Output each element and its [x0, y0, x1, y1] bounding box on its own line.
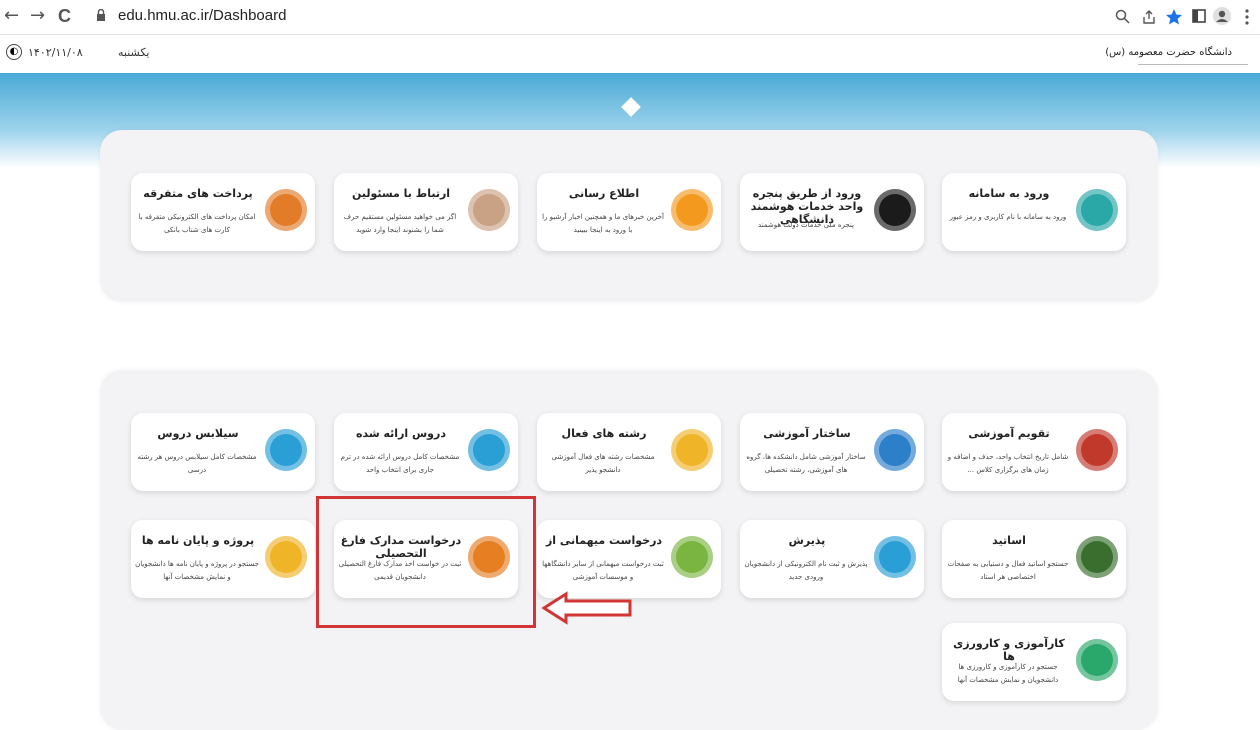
guest-students-icon	[671, 536, 713, 578]
news-icon	[671, 189, 713, 231]
reload-icon[interactable]: C	[58, 6, 71, 26]
support-person-icon	[468, 189, 510, 231]
card-description: پذیرش و ثبت نام الکترونیکی از دانشجویان …	[744, 560, 868, 581]
forward-icon[interactable]: →	[30, 6, 45, 26]
service-card[interactable]: دروس ارائه شده مشخصات کامل دروس ارائه شده…	[334, 413, 518, 491]
card-title: دروس ارائه شده	[356, 427, 446, 440]
card-description: اگر می خواهید مسئولین مستقیم حرف شما را …	[343, 213, 457, 234]
menu-kebab-icon[interactable]	[1244, 9, 1250, 25]
teacher-icon	[1076, 536, 1118, 578]
share-icon[interactable]	[1141, 9, 1157, 25]
card-title: اساتید	[992, 534, 1026, 547]
date-label: ۱۴۰۲/۱۱/۰۸	[28, 46, 83, 59]
card-title: پروژه و پایان نامه ها	[141, 534, 255, 547]
card-title: ورود به سامانه	[968, 187, 1050, 200]
sidepanel-icon[interactable]	[1192, 9, 1206, 23]
form-pen-icon	[874, 536, 916, 578]
service-card[interactable]: ورود از طریق پنجره واحد خدمات هوشمند دان…	[740, 173, 924, 251]
university-link[interactable]: دانشگاه حضرت معصومه (س)	[1105, 47, 1232, 58]
books-icon	[671, 429, 713, 471]
card-description: ورود به سامانه با نام کاربری و رمز عبور	[949, 213, 1067, 221]
service-card[interactable]: ساختار آموزشی ساختار آموزشی شامل دانشکده …	[740, 413, 924, 491]
graduate-cap-icon	[265, 536, 307, 578]
card-description: جستجو در کارآموزی و کارورزی ها دانشجویان…	[957, 663, 1059, 684]
syllabus-icon	[265, 429, 307, 471]
mobile-payment-icon	[265, 189, 307, 231]
card-description: آخرین خبرهای ما و همچنین اخبار آرشیو را …	[542, 213, 664, 234]
card-description: شامل تاریخ انتخاب واحد، حذف و اضافه و زم…	[947, 453, 1069, 474]
card-description: ثبت درخواست میهمانی از سایر دانشگاهها و …	[542, 560, 664, 581]
card-description: مشخصات رشته های فعال آموزشی دانشجو پذیر	[551, 453, 655, 474]
card-description: مشخصات کامل دروس ارائه شده در ترم جاری ب…	[340, 453, 460, 474]
day-label: یکشنبه	[118, 46, 150, 59]
card-title: ساختار آموزشی	[763, 427, 851, 440]
bookmark-star-icon[interactable]	[1165, 8, 1183, 26]
card-description: جستجو در پروژه و پایان نامه ها دانشجویان…	[135, 560, 259, 581]
service-card[interactable]: پذیرش پذیرش و ثبت نام الکترونیکی از دانشج…	[740, 520, 924, 598]
lock-icon[interactable]	[96, 9, 106, 21]
card-title: درخواست میهمانی از	[545, 534, 663, 547]
service-card[interactable]: درخواست میهمانی از ثبت درخواست میهمانی از…	[537, 520, 721, 598]
pointer-arrow-icon	[542, 591, 632, 625]
card-title: پذیرش	[788, 534, 826, 547]
service-card[interactable]: رشته های فعال مشخصات رشته های فعال آموزشی…	[537, 413, 721, 491]
service-card[interactable]: تقویم آموزشی شامل تاریخ انتخاب واحد، حذف …	[942, 413, 1126, 491]
card-description: پنجره ملی خدمات دولت هوشمند	[758, 221, 854, 229]
header-strip: ◐ ۱۴۰۲/۱۱/۰۸ یکشنبه دانشگاه حضرت معصومه …	[0, 35, 1260, 73]
back-icon[interactable]: ←	[4, 6, 19, 26]
card-title: تقویم آموزشی	[968, 427, 1050, 440]
service-card[interactable]: اساتید جستجو اساتید فعال و دستیابی به صفح…	[942, 520, 1126, 598]
calendar-icon	[1076, 429, 1118, 471]
card-title: کارآموزی و کارورزی ها	[953, 637, 1065, 663]
profile-avatar-icon[interactable]	[1212, 6, 1232, 26]
card-description: ساختار آموزشی شامل دانشکده ها، گروه های …	[746, 453, 866, 474]
card-title: پرداخت های متفرقه	[143, 187, 253, 200]
address-bar[interactable]: edu.hmu.ac.ir/Dashboard	[118, 7, 286, 24]
card-description: جستجو اساتید فعال و دستیابی به صفحات اخت…	[947, 560, 1069, 581]
service-card[interactable]: پروژه و پایان نامه ها جستجو در پروژه و پا…	[131, 520, 315, 598]
card-title: رشته های فعال	[561, 427, 647, 440]
emblem-icon	[874, 189, 916, 231]
house-icon	[1076, 189, 1118, 231]
card-title: سیلابس دروس	[157, 427, 239, 440]
card-description: مشخصات کامل سیلابس دروس هر رشته درسی	[137, 453, 257, 474]
zoom-icon[interactable]	[1115, 9, 1131, 25]
presentation-icon	[1076, 639, 1118, 681]
service-card[interactable]: ارتباط با مسئولین اگر می خواهید مسئولین م…	[334, 173, 518, 251]
card-description: امکان پرداخت های الکترونیکی متفرقه با کا…	[138, 213, 256, 234]
card-title: اطلاع رسانی	[568, 187, 640, 200]
card-title: ارتباط با مسئولین	[351, 187, 451, 200]
divider	[1138, 64, 1248, 65]
service-card[interactable]: ورود به سامانه ورود به سامانه با نام کارب…	[942, 173, 1126, 251]
service-card[interactable]: اطلاع رسانی آخرین خبرهای ما و همچنین اخبا…	[537, 173, 721, 251]
checklist-icon	[468, 429, 510, 471]
theme-icon[interactable]: ◐	[6, 44, 22, 60]
service-card[interactable]: کارآموزی و کارورزی ها جستجو در کارآموزی و…	[942, 623, 1126, 701]
org-chart-icon	[874, 429, 916, 471]
service-card[interactable]: سیلابس دروس مشخصات کامل سیلابس دروس هر رش…	[131, 413, 315, 491]
browser-toolbar: ← → C edu.hmu.ac.ir/Dashboard	[0, 0, 1260, 35]
service-card[interactable]: پرداخت های متفرقه امکان پرداخت های الکترو…	[131, 173, 315, 251]
highlight-box	[316, 496, 536, 628]
